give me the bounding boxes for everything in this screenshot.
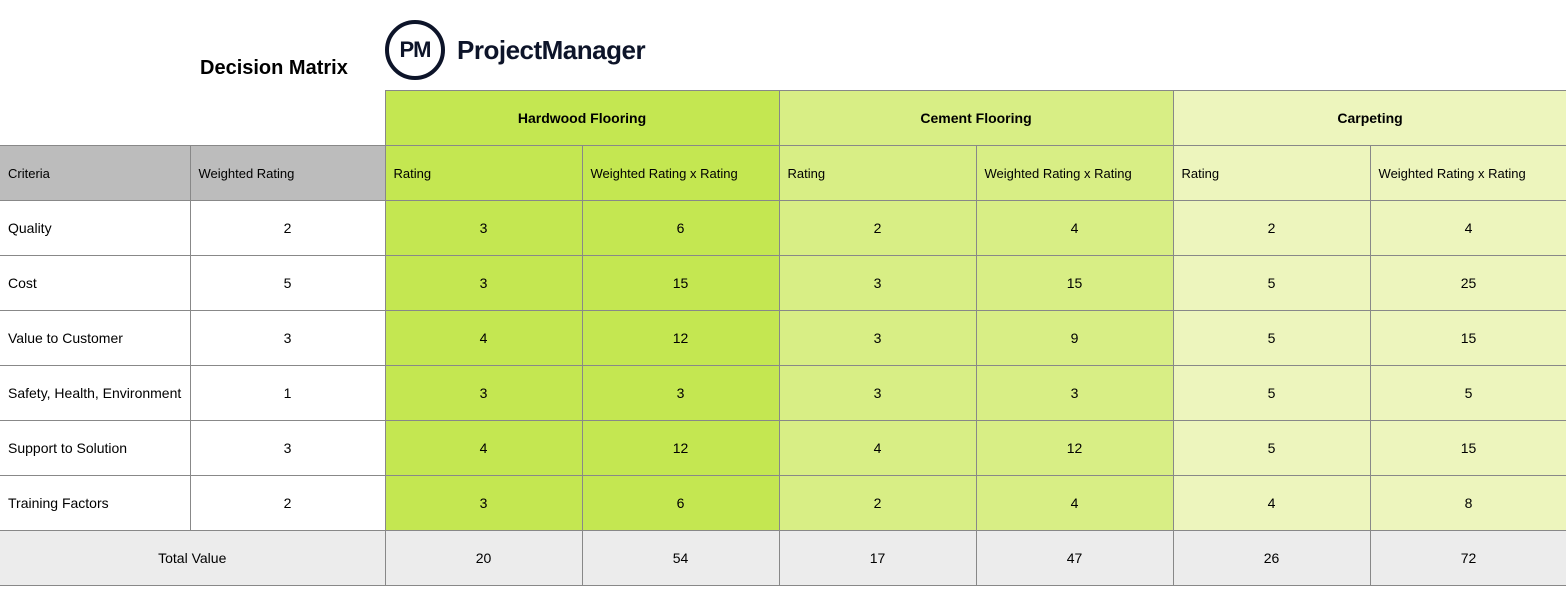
total-rating: 20 bbox=[385, 531, 582, 586]
weighted-cell: 3 bbox=[582, 366, 779, 421]
criteria-cell: Safety, Health, Environment bbox=[0, 366, 190, 421]
weighted-cell: 6 bbox=[582, 201, 779, 256]
weighted-cell: 4 bbox=[976, 476, 1173, 531]
rating-cell: 4 bbox=[385, 311, 582, 366]
rating-cell: 4 bbox=[779, 421, 976, 476]
total-label: Total Value bbox=[0, 531, 385, 586]
criteria-cell: Cost bbox=[0, 256, 190, 311]
weighted-cell: 15 bbox=[976, 256, 1173, 311]
total-rating: 17 bbox=[779, 531, 976, 586]
header: Decision Matrix PM ProjectManager bbox=[0, 0, 1566, 90]
weighted-cell: 4 bbox=[1370, 201, 1566, 256]
weighted-cell: 15 bbox=[1370, 421, 1566, 476]
rating-cell: 3 bbox=[779, 311, 976, 366]
weighted-cell: 3 bbox=[976, 366, 1173, 421]
weighted-cell: 12 bbox=[976, 421, 1173, 476]
rating-cell: 5 bbox=[1173, 311, 1370, 366]
weighted-cell: 9 bbox=[976, 311, 1173, 366]
col-wxr-0: Weighted Rating x Rating bbox=[582, 146, 779, 201]
rating-cell: 2 bbox=[779, 201, 976, 256]
weighted-cell: 8 bbox=[1370, 476, 1566, 531]
rating-cell: 4 bbox=[1173, 476, 1370, 531]
criteria-cell: Support to Solution bbox=[0, 421, 190, 476]
rating-cell: 3 bbox=[385, 256, 582, 311]
total-rating: 26 bbox=[1173, 531, 1370, 586]
weight-cell: 3 bbox=[190, 311, 385, 366]
option-header-2: Carpeting bbox=[1173, 91, 1566, 146]
rating-cell: 5 bbox=[1173, 366, 1370, 421]
option-header-0: Hardwood Flooring bbox=[385, 91, 779, 146]
rating-cell: 2 bbox=[1173, 201, 1370, 256]
table-row: Cost5315315525 bbox=[0, 256, 1566, 311]
weight-cell: 5 bbox=[190, 256, 385, 311]
rating-cell: 2 bbox=[779, 476, 976, 531]
rating-cell: 4 bbox=[385, 421, 582, 476]
decision-matrix-table: Hardwood FlooringCement FlooringCarpetin… bbox=[0, 90, 1566, 586]
brand-name: ProjectManager bbox=[457, 35, 645, 66]
weight-cell: 2 bbox=[190, 201, 385, 256]
total-row: Total Value205417472672 bbox=[0, 531, 1566, 586]
weighted-cell: 5 bbox=[1370, 366, 1566, 421]
table-row: Safety, Health, Environment1333355 bbox=[0, 366, 1566, 421]
rating-cell: 3 bbox=[385, 366, 582, 421]
col-criteria: Criteria bbox=[0, 146, 190, 201]
brand-logo: PM ProjectManager bbox=[385, 20, 645, 80]
total-weighted: 54 bbox=[582, 531, 779, 586]
weight-cell: 1 bbox=[190, 366, 385, 421]
weighted-cell: 4 bbox=[976, 201, 1173, 256]
weighted-cell: 25 bbox=[1370, 256, 1566, 311]
weighted-cell: 12 bbox=[582, 421, 779, 476]
page-title: Decision Matrix bbox=[200, 57, 348, 79]
table-row: Quality2362424 bbox=[0, 201, 1566, 256]
weighted-cell: 6 bbox=[582, 476, 779, 531]
rating-cell: 3 bbox=[779, 256, 976, 311]
total-weighted: 47 bbox=[976, 531, 1173, 586]
total-weighted: 72 bbox=[1370, 531, 1566, 586]
option-header-1: Cement Flooring bbox=[779, 91, 1173, 146]
col-rating-1: Rating bbox=[779, 146, 976, 201]
table-row: Training Factors2362448 bbox=[0, 476, 1566, 531]
rating-cell: 5 bbox=[1173, 256, 1370, 311]
weighted-cell: 15 bbox=[582, 256, 779, 311]
weight-cell: 3 bbox=[190, 421, 385, 476]
col-wxr-1: Weighted Rating x Rating bbox=[976, 146, 1173, 201]
criteria-cell: Value to Customer bbox=[0, 311, 190, 366]
col-weighted: Weighted Rating bbox=[190, 146, 385, 201]
col-wxr-2: Weighted Rating x Rating bbox=[1370, 146, 1566, 201]
logo-icon: PM bbox=[385, 20, 445, 80]
weighted-cell: 12 bbox=[582, 311, 779, 366]
criteria-cell: Quality bbox=[0, 201, 190, 256]
table-row: Support to Solution3412412515 bbox=[0, 421, 1566, 476]
criteria-cell: Training Factors bbox=[0, 476, 190, 531]
blank-header bbox=[0, 91, 385, 146]
col-rating-0: Rating bbox=[385, 146, 582, 201]
col-rating-2: Rating bbox=[1173, 146, 1370, 201]
rating-cell: 5 bbox=[1173, 421, 1370, 476]
rating-cell: 3 bbox=[385, 476, 582, 531]
rating-cell: 3 bbox=[779, 366, 976, 421]
table-row: Value to Customer341239515 bbox=[0, 311, 1566, 366]
weighted-cell: 15 bbox=[1370, 311, 1566, 366]
weight-cell: 2 bbox=[190, 476, 385, 531]
rating-cell: 3 bbox=[385, 201, 582, 256]
